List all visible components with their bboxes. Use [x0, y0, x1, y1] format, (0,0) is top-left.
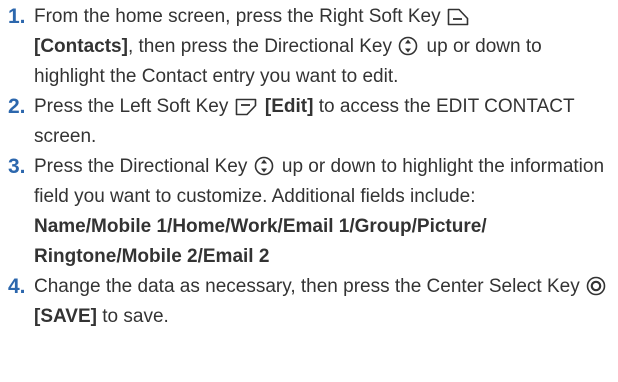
step-4: 4. Change the data as necessary, then pr… [8, 272, 610, 332]
left-soft-key-icon [235, 98, 257, 116]
step-number: 3. [8, 155, 26, 178]
step-number: 4. [8, 275, 26, 298]
step-1: 1. From the home screen, press the Right… [8, 2, 610, 92]
additional-fields-list: Name/Mobile 1/Home/Work/Email 1/Group/Pi… [34, 216, 487, 267]
step-text-segment: to save. [102, 306, 169, 327]
contacts-key-label: [Contacts] [34, 36, 128, 57]
step-text-segment: From the home screen, press the Right So… [34, 6, 441, 27]
right-soft-key-icon [447, 8, 469, 26]
step-3: 3. Press the Directional Key up or down … [8, 152, 610, 272]
step-text: From the home screen, press the Right So… [34, 2, 610, 92]
step-text-segment: , then press the Directional Key [127, 36, 392, 57]
step-2: 2. Press the Left Soft Key [Edit] to acc… [8, 92, 610, 152]
save-key-label: [SAVE] [34, 306, 97, 327]
step-number: 2. [8, 95, 26, 118]
center-select-key-icon [586, 276, 606, 296]
instruction-document: 1. From the home screen, press the Right… [0, 0, 618, 382]
step-number: 1. [8, 5, 26, 28]
step-text-segment: Press the Directional Key [34, 156, 248, 177]
step-text: Change the data as necessary, then press… [34, 272, 610, 332]
step-text: Press the Left Soft Key [Edit] to access… [34, 92, 610, 152]
step-text: Press the Directional Key up or down to … [34, 152, 610, 272]
directional-key-icon [254, 156, 274, 176]
step-text-segment: Change the data as necessary, then press… [34, 276, 580, 297]
directional-key-icon [398, 36, 418, 56]
step-text-segment: Press the Left Soft Key [34, 96, 229, 117]
edit-key-label: [Edit] [264, 96, 314, 117]
